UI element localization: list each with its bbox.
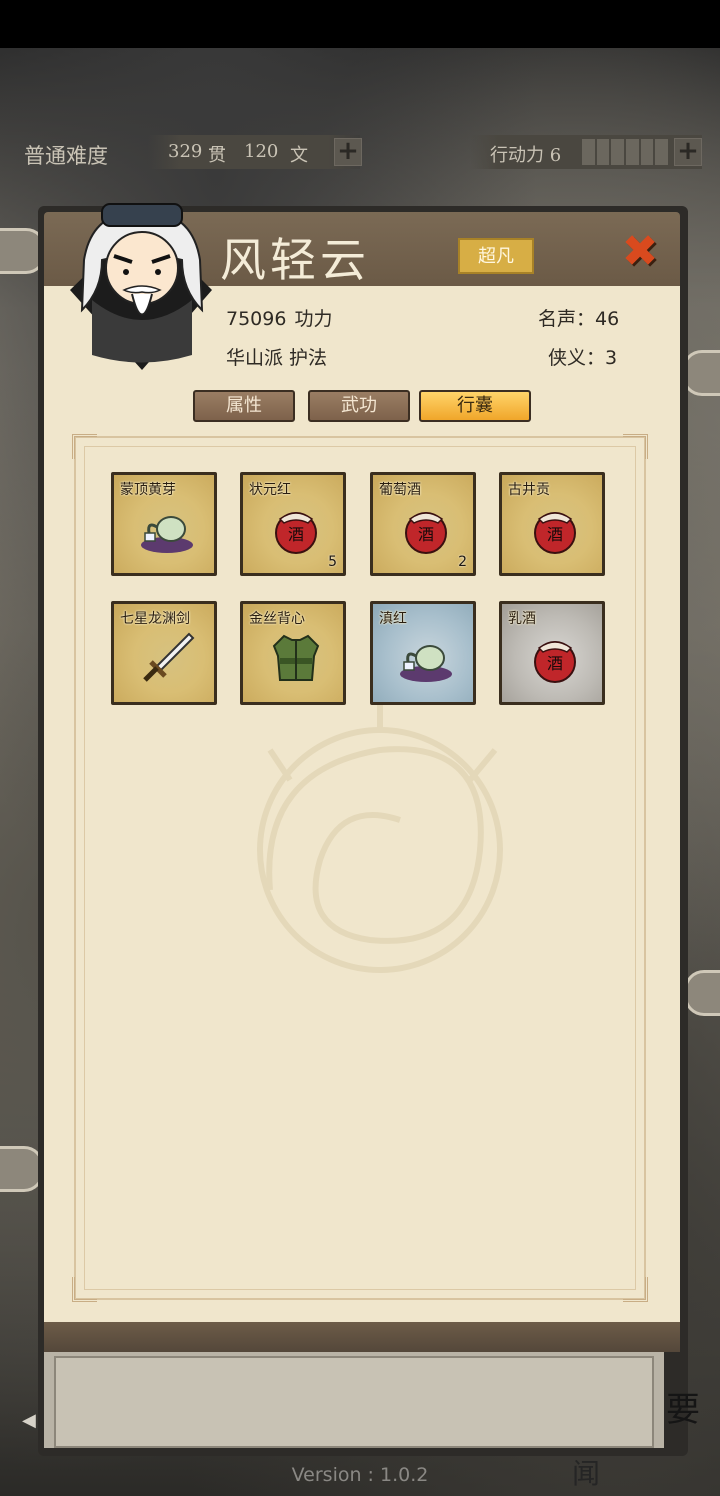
item-name: 金丝背心 bbox=[249, 611, 305, 627]
money-guan-unit: 贯 bbox=[208, 145, 226, 166]
inventory-slot[interactable]: 蒙顶黄芽 bbox=[111, 472, 217, 576]
difficulty-label: 普通难度 bbox=[24, 144, 108, 168]
item-name: 蒙顶黄芽 bbox=[120, 482, 176, 498]
character-avatar bbox=[62, 190, 222, 380]
item-quantity: 5 bbox=[328, 554, 337, 570]
teapot-icon bbox=[400, 645, 452, 682]
teapot-icon bbox=[141, 516, 193, 553]
tab-martial-arts[interactable]: 武功 bbox=[308, 390, 410, 422]
item-name: 古井贡 bbox=[508, 482, 550, 498]
item-name: 乳酒 bbox=[508, 611, 536, 627]
add-action-points-button[interactable]: + bbox=[674, 138, 702, 166]
jar-label: 酒 bbox=[288, 525, 304, 544]
wine-jar-icon: 酒 bbox=[534, 641, 576, 683]
avatar-portrait-icon bbox=[70, 203, 212, 370]
inventory-slot[interactable]: 乳酒 酒 bbox=[499, 601, 605, 705]
wine-jar-icon: 酒 bbox=[275, 512, 317, 554]
chivalry-stat: 侠义：3 bbox=[548, 343, 617, 370]
action-points-display: 行动力 6 + bbox=[470, 135, 702, 169]
close-icon[interactable]: ✖ bbox=[618, 230, 662, 274]
panel-footer-bar bbox=[44, 1322, 680, 1352]
inventory-slot[interactable]: 滇红 bbox=[370, 601, 476, 705]
item-name: 葡萄酒 bbox=[379, 482, 421, 498]
chivalry-label: 侠义： bbox=[548, 347, 606, 369]
power-stat: 75096 功力 bbox=[226, 304, 332, 331]
dragon-watermark-icon bbox=[257, 700, 503, 973]
fame-stat: 名声：46 bbox=[538, 304, 619, 331]
action-points-label: 行动力 6 bbox=[490, 145, 562, 166]
inventory-slot[interactable]: 葡萄酒 酒 2 bbox=[370, 472, 476, 576]
money-guan-value: 329 bbox=[168, 141, 203, 162]
wine-jar-icon: 酒 bbox=[405, 512, 447, 554]
inventory-slot[interactable]: 状元红 酒 5 bbox=[240, 472, 346, 576]
money-wen-value: 120 bbox=[244, 141, 279, 162]
money-display: 329 贯 120 文 + bbox=[148, 135, 362, 169]
left-arrow-icon[interactable]: ◀ bbox=[22, 1410, 36, 1431]
fame-value: 46 bbox=[595, 308, 620, 330]
jar-label: 酒 bbox=[547, 525, 563, 544]
chivalry-value: 3 bbox=[605, 347, 618, 369]
item-name: 滇红 bbox=[379, 611, 407, 627]
faction-rank: 华山派 护法 bbox=[226, 347, 328, 369]
money-wen-unit: 文 bbox=[290, 145, 308, 166]
sword-icon bbox=[143, 632, 195, 682]
system-status-bar bbox=[0, 0, 720, 48]
side-menu-char[interactable]: 要 bbox=[666, 1382, 700, 1431]
version-label: Version : 1.0.2 bbox=[291, 1464, 429, 1486]
dialogue-area bbox=[44, 1352, 664, 1448]
power-value: 75096 bbox=[226, 308, 287, 330]
item-name: 七星龙渊剑 bbox=[120, 611, 190, 627]
tab-inventory[interactable]: 行囊 bbox=[419, 390, 531, 422]
fame-label: 名声： bbox=[538, 308, 596, 330]
character-name: 风轻云 bbox=[220, 233, 370, 287]
inventory-slot[interactable]: 七星龙渊剑 bbox=[111, 601, 217, 705]
jar-label: 酒 bbox=[418, 525, 434, 544]
inventory-slot[interactable]: 古井贡 酒 bbox=[499, 472, 605, 576]
item-quantity: 2 bbox=[458, 554, 467, 570]
vest-armor-icon bbox=[272, 634, 320, 681]
rank-badge: 超凡 bbox=[458, 238, 534, 274]
action-points-cells bbox=[582, 139, 669, 165]
tab-attributes[interactable]: 属性 bbox=[193, 390, 295, 422]
inventory-slot[interactable]: 金丝背心 bbox=[240, 601, 346, 705]
add-money-button[interactable]: + bbox=[334, 138, 362, 166]
top-status-row: 普通难度 329 贯 120 文 + 行动力 6 + bbox=[0, 130, 720, 174]
item-name: 状元红 bbox=[249, 482, 291, 498]
jar-label: 酒 bbox=[547, 654, 563, 673]
dialogue-box bbox=[54, 1356, 654, 1448]
power-label: 功力 bbox=[294, 308, 333, 330]
cloud-ornament-right-2 bbox=[684, 970, 720, 1016]
wine-jar-icon: 酒 bbox=[534, 512, 576, 554]
